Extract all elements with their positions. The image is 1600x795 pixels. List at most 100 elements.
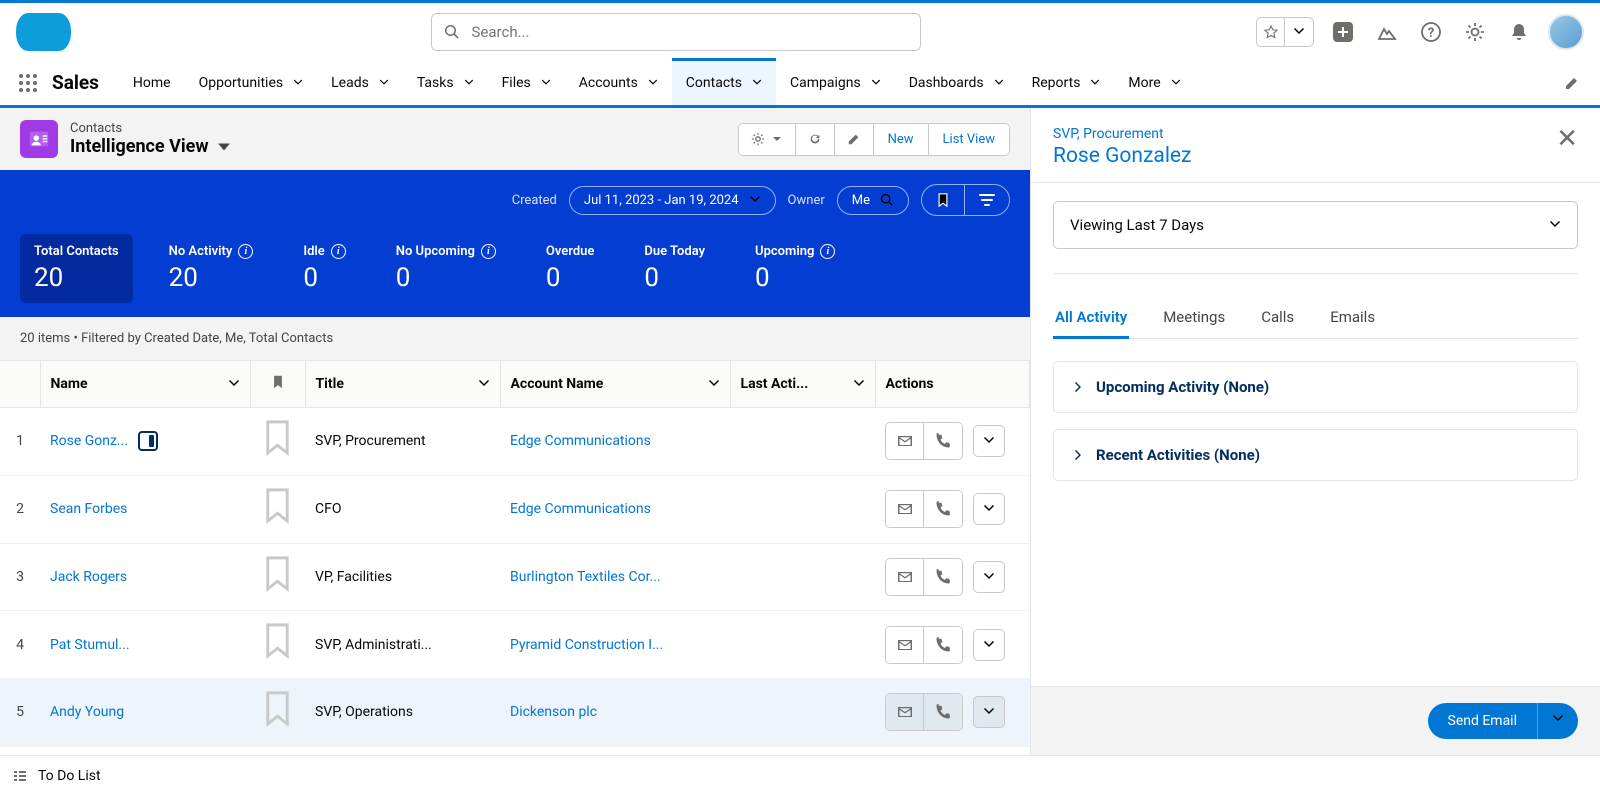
todo-icon[interactable] bbox=[12, 768, 28, 784]
chevron-down-icon[interactable] bbox=[853, 378, 865, 390]
info-icon[interactable]: i bbox=[481, 244, 496, 259]
col-bookmark-header[interactable] bbox=[250, 361, 305, 408]
bookmark-toggle[interactable] bbox=[260, 584, 295, 600]
nav-item-opportunities[interactable]: Opportunities bbox=[185, 60, 318, 105]
send-email-button[interactable]: Send Email bbox=[1428, 703, 1538, 739]
contact-link[interactable]: Jack Rogers bbox=[50, 569, 127, 585]
chevron-down-icon[interactable] bbox=[708, 378, 720, 390]
salesforce-logo[interactable] bbox=[16, 13, 71, 51]
info-icon[interactable]: i bbox=[238, 244, 253, 259]
row-menu[interactable] bbox=[973, 629, 1005, 661]
settings-dropdown[interactable] bbox=[739, 124, 796, 155]
tab-calls[interactable]: Calls bbox=[1259, 296, 1296, 338]
col-title-header[interactable]: Title bbox=[316, 376, 344, 392]
chevron-down-icon[interactable] bbox=[464, 78, 474, 88]
metric-no-upcoming[interactable]: No Upcomingi0 bbox=[382, 234, 510, 303]
metric-overdue[interactable]: Overdue0 bbox=[532, 234, 609, 303]
tab-all-activity[interactable]: All Activity bbox=[1053, 296, 1129, 338]
search-input[interactable] bbox=[472, 23, 908, 41]
bookmark-icon[interactable] bbox=[922, 185, 965, 215]
owner-pill[interactable]: Me bbox=[837, 186, 909, 215]
panel-subtitle[interactable]: SVP, Procurement bbox=[1053, 126, 1191, 142]
nav-item-campaigns[interactable]: Campaigns bbox=[776, 60, 895, 105]
email-action[interactable] bbox=[886, 627, 924, 663]
nav-item-dashboards[interactable]: Dashboards bbox=[895, 60, 1018, 105]
table-row[interactable]: 5Andy YoungSVP, OperationsDickenson plc bbox=[0, 679, 1030, 747]
bookmark-toggle[interactable] bbox=[260, 652, 295, 668]
bookmark-toggle[interactable] bbox=[260, 720, 295, 736]
nav-item-accounts[interactable]: Accounts bbox=[565, 60, 672, 105]
trailhead-icon[interactable] bbox=[1372, 17, 1402, 47]
edit-nav-icon[interactable] bbox=[1552, 60, 1592, 105]
global-search[interactable] bbox=[431, 13, 921, 51]
send-email-dropdown[interactable] bbox=[1537, 703, 1578, 739]
panel-toggle-icon[interactable] bbox=[138, 431, 158, 451]
chevron-down-icon[interactable] bbox=[379, 78, 389, 88]
saved-filters[interactable] bbox=[921, 184, 1010, 216]
date-range-pill[interactable]: Jul 11, 2023 - Jan 19, 2024 bbox=[569, 186, 776, 215]
bookmark-toggle[interactable] bbox=[260, 517, 295, 533]
filter-icon[interactable] bbox=[965, 185, 1009, 215]
row-menu[interactable] bbox=[973, 493, 1005, 525]
metric-total-contacts[interactable]: Total Contacts20 bbox=[20, 234, 133, 303]
nav-item-contacts[interactable]: Contacts bbox=[672, 60, 776, 105]
chevron-down-icon[interactable] bbox=[994, 78, 1004, 88]
call-action[interactable] bbox=[924, 627, 962, 663]
account-link[interactable]: Dickenson plc bbox=[510, 704, 597, 720]
tab-meetings[interactable]: Meetings bbox=[1161, 296, 1227, 338]
account-link[interactable]: Edge Communications bbox=[510, 433, 651, 449]
metric-upcoming[interactable]: Upcomingi0 bbox=[741, 234, 849, 303]
call-action[interactable] bbox=[924, 559, 962, 595]
chevron-down-icon[interactable] bbox=[752, 78, 762, 88]
col-lastactivity-header[interactable]: Last Acti... bbox=[741, 376, 809, 392]
account-link[interactable]: Burlington Textiles Cor... bbox=[510, 569, 661, 585]
info-icon[interactable]: i bbox=[331, 244, 346, 259]
row-menu[interactable] bbox=[973, 561, 1005, 593]
setup-icon[interactable] bbox=[1460, 17, 1490, 47]
refresh-button[interactable] bbox=[796, 124, 835, 155]
close-icon[interactable]: ✕ bbox=[1556, 126, 1578, 152]
panel-title[interactable]: Rose Gonzalez bbox=[1053, 144, 1191, 168]
call-action[interactable] bbox=[924, 694, 962, 730]
add-icon[interactable] bbox=[1328, 17, 1358, 47]
time-range-select[interactable]: Viewing Last 7 Days bbox=[1053, 201, 1578, 249]
chevron-down-icon[interactable] bbox=[1090, 78, 1100, 88]
metric-due-today[interactable]: Due Today0 bbox=[630, 234, 719, 303]
view-name[interactable]: Intelligence View bbox=[70, 136, 231, 157]
nav-item-more[interactable]: More bbox=[1114, 60, 1194, 105]
tab-emails[interactable]: Emails bbox=[1328, 296, 1377, 338]
chevron-down-icon[interactable] bbox=[228, 378, 240, 390]
table-row[interactable]: 1Rose Gonz...SVP, ProcurementEdge Commun… bbox=[0, 408, 1030, 476]
notifications-icon[interactable] bbox=[1504, 17, 1534, 47]
chevron-down-icon[interactable] bbox=[1171, 78, 1181, 88]
star-icon[interactable] bbox=[1257, 18, 1285, 46]
nav-item-reports[interactable]: Reports bbox=[1018, 60, 1115, 105]
call-action[interactable] bbox=[924, 423, 962, 459]
chevron-down-icon[interactable] bbox=[648, 78, 658, 88]
col-account-header[interactable]: Account Name bbox=[511, 376, 604, 392]
bookmark-toggle[interactable] bbox=[260, 449, 295, 465]
activity-group[interactable]: Recent Activities (None) bbox=[1053, 429, 1578, 481]
chevron-down-icon[interactable] bbox=[478, 378, 490, 390]
email-action[interactable] bbox=[886, 423, 924, 459]
edit-button[interactable] bbox=[835, 124, 874, 155]
nav-item-tasks[interactable]: Tasks bbox=[403, 60, 488, 105]
contact-link[interactable]: Pat Stumul... bbox=[50, 637, 130, 653]
contact-link[interactable]: Rose Gonz... bbox=[50, 433, 128, 449]
nav-item-home[interactable]: Home bbox=[119, 60, 185, 105]
table-row[interactable]: 3Jack RogersVP, FacilitiesBurlington Tex… bbox=[0, 543, 1030, 611]
col-name-header[interactable]: Name bbox=[51, 376, 88, 392]
metric-no-activity[interactable]: No Activityi20 bbox=[155, 234, 268, 303]
user-avatar[interactable] bbox=[1548, 14, 1584, 50]
info-icon[interactable]: i bbox=[820, 244, 835, 259]
email-action[interactable] bbox=[886, 559, 924, 595]
chevron-down-icon[interactable] bbox=[1285, 18, 1313, 46]
contact-link[interactable]: Sean Forbes bbox=[50, 501, 127, 517]
table-row[interactable]: 4Pat Stumul...SVP, Administrati...Pyrami… bbox=[0, 611, 1030, 679]
nav-item-leads[interactable]: Leads bbox=[317, 60, 403, 105]
table-row[interactable]: 2Sean ForbesCFOEdge Communications bbox=[0, 475, 1030, 543]
chevron-down-icon[interactable] bbox=[541, 78, 551, 88]
todo-list-button[interactable]: To Do List bbox=[38, 768, 101, 784]
row-menu[interactable] bbox=[973, 425, 1005, 457]
row-menu[interactable] bbox=[973, 696, 1005, 728]
